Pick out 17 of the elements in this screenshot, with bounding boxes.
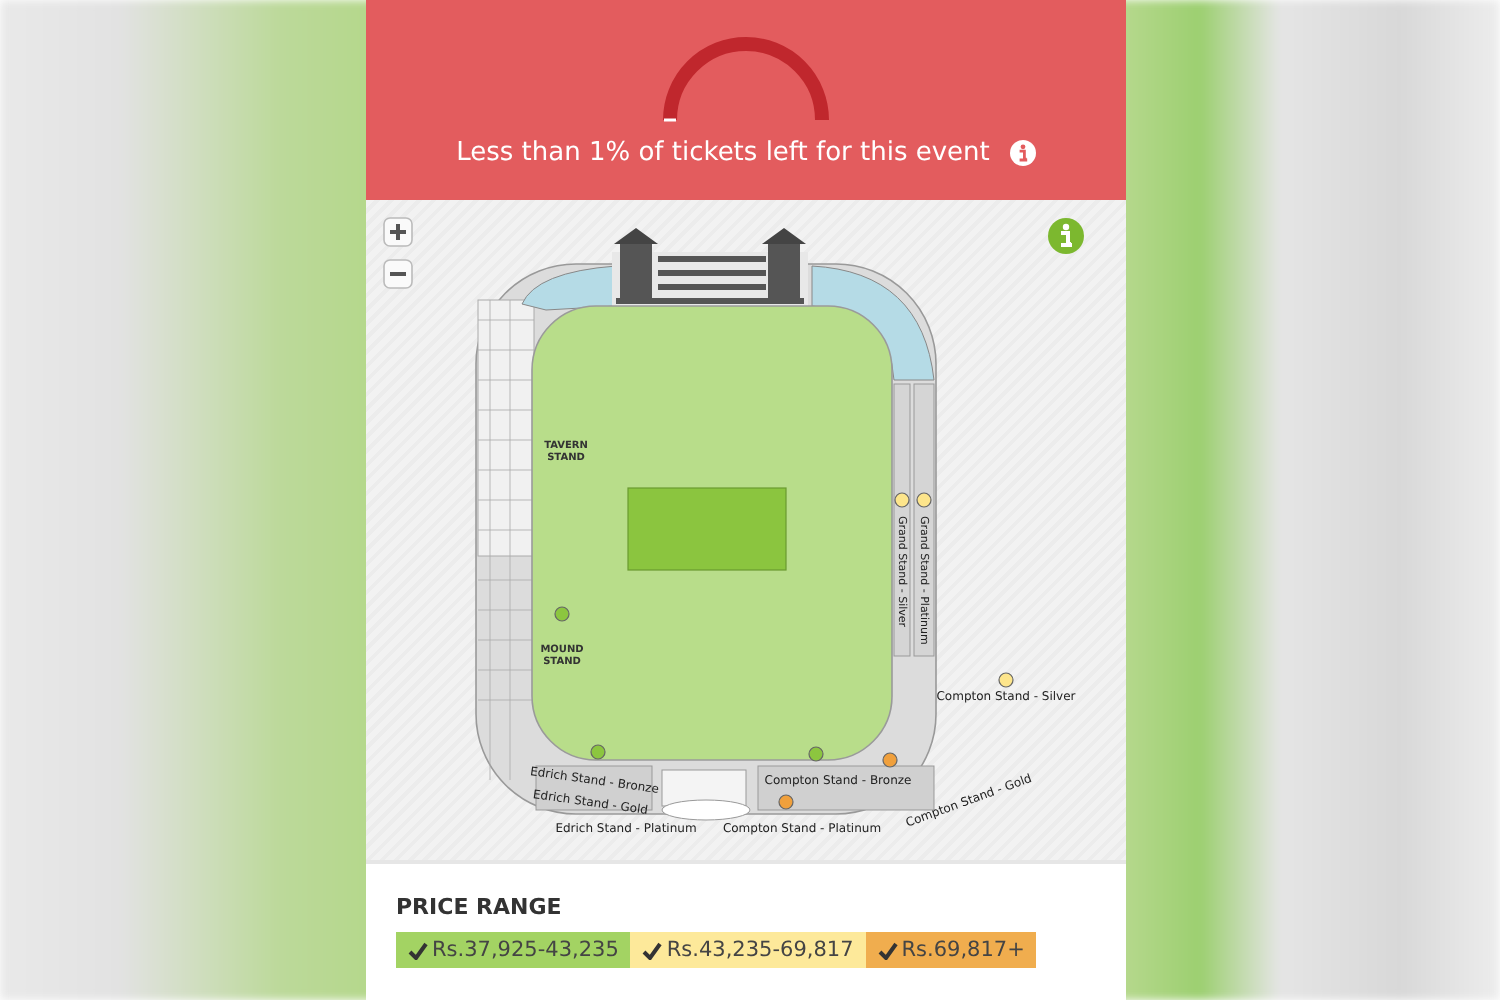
- info-icon[interactable]: [1048, 218, 1084, 254]
- seat-marker[interactable]: [894, 492, 910, 508]
- price-tier-button[interactable]: Rs.69,817+: [865, 932, 1037, 968]
- info-icon[interactable]: [1009, 140, 1036, 166]
- seat-marker[interactable]: [916, 492, 932, 508]
- price-tier-button[interactable]: Rs.37,925-43,235: [396, 932, 631, 968]
- availability-message: Less than 1% of tickets left for this event: [456, 138, 990, 168]
- zoom-out-button[interactable]: [383, 259, 413, 289]
- seat-marker[interactable]: [554, 606, 570, 622]
- seat-marker[interactable]: [590, 744, 606, 760]
- section-title: PRICE RANGE: [396, 894, 564, 920]
- seat-marker[interactable]: [808, 746, 824, 762]
- zoom-in-button[interactable]: [383, 217, 413, 247]
- price-tier-button[interactable]: Rs.43,235-69,817: [630, 932, 866, 968]
- seat-marker[interactable]: [778, 794, 794, 810]
- seat-marker[interactable]: [998, 672, 1014, 688]
- seat-marker[interactable]: [882, 752, 898, 768]
